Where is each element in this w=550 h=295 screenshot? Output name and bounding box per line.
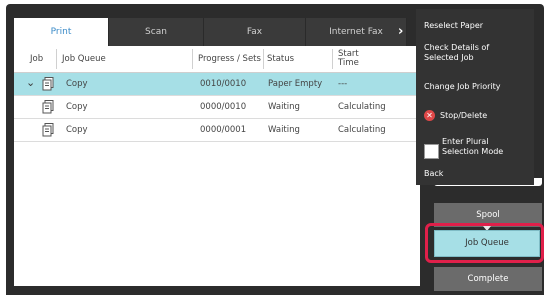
job-queue-button[interactable]: Job Queue	[434, 230, 540, 257]
table-row[interactable]: Copy 0000/0010 Waiting Calculating	[14, 96, 420, 119]
tab-scan[interactable]: Scan	[109, 18, 204, 46]
job-progress: 0010/0010	[200, 79, 247, 89]
job-list-panel: Job Job Queue Progress / Sets Status Sta…	[14, 46, 420, 286]
job-name: Copy	[66, 79, 88, 89]
job-status: Waiting	[268, 125, 300, 135]
header-progress: Progress / Sets	[198, 54, 261, 64]
menu-check-details[interactable]: Check Details of Selected Job	[424, 43, 489, 63]
header-job: Job	[30, 54, 44, 64]
job-status: Waiting	[268, 102, 300, 112]
menu-reselect-paper[interactable]: Reselect Paper	[424, 21, 483, 31]
chevron-right-icon[interactable]: ›	[398, 24, 403, 39]
table-header: Job Job Queue Progress / Sets Status Sta…	[14, 46, 420, 73]
job-status: Paper Empty	[268, 79, 323, 89]
document-copy-icon	[42, 123, 54, 137]
menu-change-priority[interactable]: Change Job Priority	[424, 82, 501, 92]
header-job-queue: Job Queue	[62, 54, 106, 64]
job-start-time: Calculating	[338, 102, 386, 112]
job-start-time: ---	[338, 79, 348, 89]
action-menu: Reselect Paper Check Details of Selected…	[416, 9, 534, 185]
menu-plural-selection[interactable]: Enter Plural Selection Mode	[442, 137, 503, 157]
job-name: Copy	[66, 102, 88, 112]
table-row[interactable]: ⌄ Copy 0010/0010 Paper Empty ---	[14, 73, 420, 96]
job-progress: 0000/0010	[200, 102, 247, 112]
job-start-time: Calculating	[338, 125, 386, 135]
chevron-down-icon: ⌄	[26, 76, 36, 89]
header-start-time: Start Time	[338, 49, 359, 68]
document-copy-icon	[42, 100, 54, 114]
x-circle-icon: ✕	[424, 110, 435, 121]
document-copy-icon	[42, 77, 54, 91]
complete-button[interactable]: Complete	[434, 267, 542, 291]
tab-print[interactable]: Print	[14, 18, 109, 46]
table-row[interactable]: Copy 0000/0001 Waiting Calculating	[14, 119, 420, 142]
tab-internet-fax[interactable]: Internet Fax	[306, 18, 407, 46]
menu-back[interactable]: Back	[424, 169, 443, 179]
checkbox-plural-selection[interactable]	[424, 144, 439, 159]
header-status: Status	[267, 54, 295, 64]
job-progress: 0000/0001	[200, 125, 247, 135]
tab-fax[interactable]: Fax	[204, 18, 306, 46]
job-name: Copy	[66, 125, 88, 135]
menu-stop-delete[interactable]: Stop/Delete	[440, 111, 487, 121]
